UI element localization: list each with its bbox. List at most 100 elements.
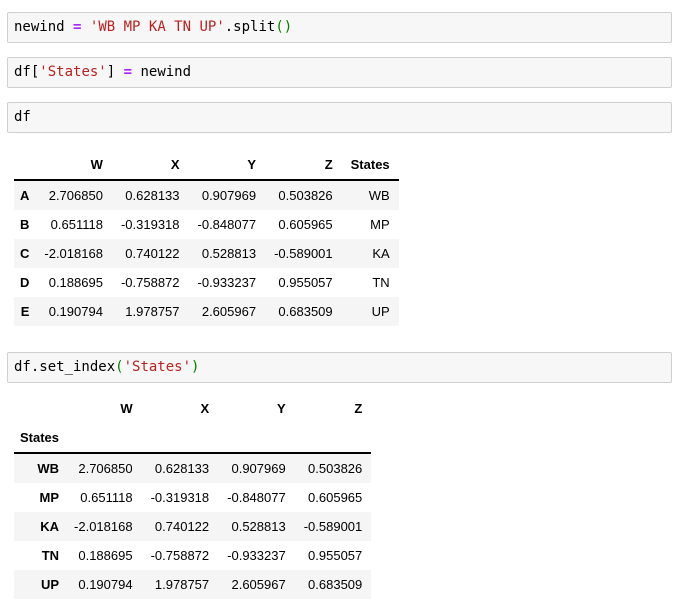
code-token: df.set_index (14, 359, 115, 375)
column-header-z: Z (295, 394, 372, 423)
table-cell: 0.628133 (142, 453, 219, 483)
table-row: A 2.706850 0.628133 0.907969 0.503826 WB (14, 180, 399, 210)
table-cell: 0.190794 (35, 297, 112, 326)
row-index: KA (14, 512, 65, 541)
table-cell: 2.706850 (65, 453, 142, 483)
table-row: D 0.188695 -0.758872 -0.933237 0.955057 … (14, 268, 399, 297)
table-cell: 0.955057 (265, 268, 342, 297)
header-row: W X Y Z States (14, 150, 399, 180)
table-cell: WB (342, 180, 399, 210)
table-cell: TN (342, 268, 399, 297)
string-token: 'States' (124, 359, 191, 375)
code-token: newind (132, 64, 191, 80)
table-row: E 0.190794 1.978757 2.605967 0.683509 UP (14, 297, 399, 326)
row-index: UP (14, 570, 65, 599)
column-header-x: X (112, 150, 189, 180)
notebook: newind = 'WB MP KA TN UP'.split() df['St… (0, 12, 675, 599)
dataframe-table-1: W X Y Z States A 2.706850 0.628133 0.907… (14, 150, 399, 326)
code-cell-assign-states[interactable]: df['States'] = newind (7, 57, 672, 88)
table-cell: -0.848077 (189, 210, 266, 239)
table-cell: -0.758872 (112, 268, 189, 297)
table-cell: 0.528813 (189, 239, 266, 268)
string-token: 'WB MP KA TN UP' (90, 19, 225, 35)
table-cell: -0.933237 (189, 268, 266, 297)
table-row: TN 0.188695 -0.758872 -0.933237 0.955057 (14, 541, 371, 570)
code-token: df (14, 109, 31, 125)
table-cell: 0.628133 (112, 180, 189, 210)
empty-header-cell (218, 423, 295, 453)
code-token (81, 19, 89, 35)
dataframe-output-2: W X Y Z States WB 2.706850 0.628133 (14, 394, 675, 599)
table-cell: 0.188695 (65, 541, 142, 570)
table-cell: 0.188695 (35, 268, 112, 297)
paren-token: ) (191, 359, 199, 375)
code-text: df.set_index('States') (14, 358, 663, 377)
table-row: MP 0.651118 -0.319318 -0.848077 0.605965 (14, 483, 371, 512)
table-cell: -0.589001 (265, 239, 342, 268)
empty-header-cell (65, 423, 142, 453)
table-cell: MP (342, 210, 399, 239)
table-cell: 0.907969 (189, 180, 266, 210)
code-token: newind (14, 19, 73, 35)
code-cell-set-index[interactable]: df.set_index('States') (7, 352, 672, 383)
table-cell: -0.848077 (218, 483, 295, 512)
table-cell: -0.758872 (142, 541, 219, 570)
code-cell-newind-split[interactable]: newind = 'WB MP KA TN UP'.split() (7, 12, 672, 43)
operator-token: = (124, 64, 132, 80)
table-cell: 0.528813 (218, 512, 295, 541)
column-header-x: X (142, 394, 219, 423)
code-token: ] (107, 64, 124, 80)
column-header-w: W (65, 394, 142, 423)
table-header: W X Y Z States (14, 150, 399, 180)
dataframe-output-1: W X Y Z States A 2.706850 0.628133 0.907… (14, 150, 675, 326)
table-cell: -0.319318 (142, 483, 219, 512)
code-text: newind = 'WB MP KA TN UP'.split() (14, 18, 663, 37)
table-cell: 0.651118 (65, 483, 142, 512)
table-cell: 0.683509 (265, 297, 342, 326)
row-index: MP (14, 483, 65, 512)
table-cell: 0.651118 (35, 210, 112, 239)
string-token: 'States' (39, 64, 106, 80)
index-name-row: States (14, 423, 371, 453)
column-header-states: States (342, 150, 399, 180)
table-cell: 0.740122 (112, 239, 189, 268)
table-cell: 0.955057 (295, 541, 372, 570)
table-cell: 0.605965 (265, 210, 342, 239)
table-cell: 0.503826 (265, 180, 342, 210)
table-row: UP 0.190794 1.978757 2.605967 0.683509 (14, 570, 371, 599)
row-index: A (14, 180, 35, 210)
table-cell: -0.319318 (112, 210, 189, 239)
table-cell: 0.605965 (295, 483, 372, 512)
table-cell: 2.605967 (218, 570, 295, 599)
table-body: WB 2.706850 0.628133 0.907969 0.503826 M… (14, 453, 371, 599)
table-header: W X Y Z States (14, 394, 371, 453)
table-body: A 2.706850 0.628133 0.907969 0.503826 WB… (14, 180, 399, 326)
empty-header-cell (295, 423, 372, 453)
column-header-y: Y (218, 394, 295, 423)
code-cell-df[interactable]: df (7, 102, 672, 133)
column-header-w: W (35, 150, 112, 180)
table-cell: 0.740122 (142, 512, 219, 541)
table-cell: -2.018168 (35, 239, 112, 268)
table-cell: 2.706850 (35, 180, 112, 210)
table-cell: -2.018168 (65, 512, 142, 541)
paren-token: () (275, 19, 292, 35)
row-index: D (14, 268, 35, 297)
row-index: TN (14, 541, 65, 570)
table-cell: UP (342, 297, 399, 326)
table-row: C -2.018168 0.740122 0.528813 -0.589001 … (14, 239, 399, 268)
table-cell: 0.190794 (65, 570, 142, 599)
table-cell: 2.605967 (189, 297, 266, 326)
code-text: df['States'] = newind (14, 63, 663, 82)
code-token: .split (225, 19, 276, 35)
empty-header-cell (14, 394, 65, 423)
empty-header-cell (142, 423, 219, 453)
table-cell: 1.978757 (112, 297, 189, 326)
column-header-z: Z (265, 150, 342, 180)
table-cell: 0.683509 (295, 570, 372, 599)
paren-token: ( (115, 359, 123, 375)
empty-header-cell (14, 150, 35, 180)
table-row: B 0.651118 -0.319318 -0.848077 0.605965 … (14, 210, 399, 239)
table-cell: KA (342, 239, 399, 268)
row-index: C (14, 239, 35, 268)
